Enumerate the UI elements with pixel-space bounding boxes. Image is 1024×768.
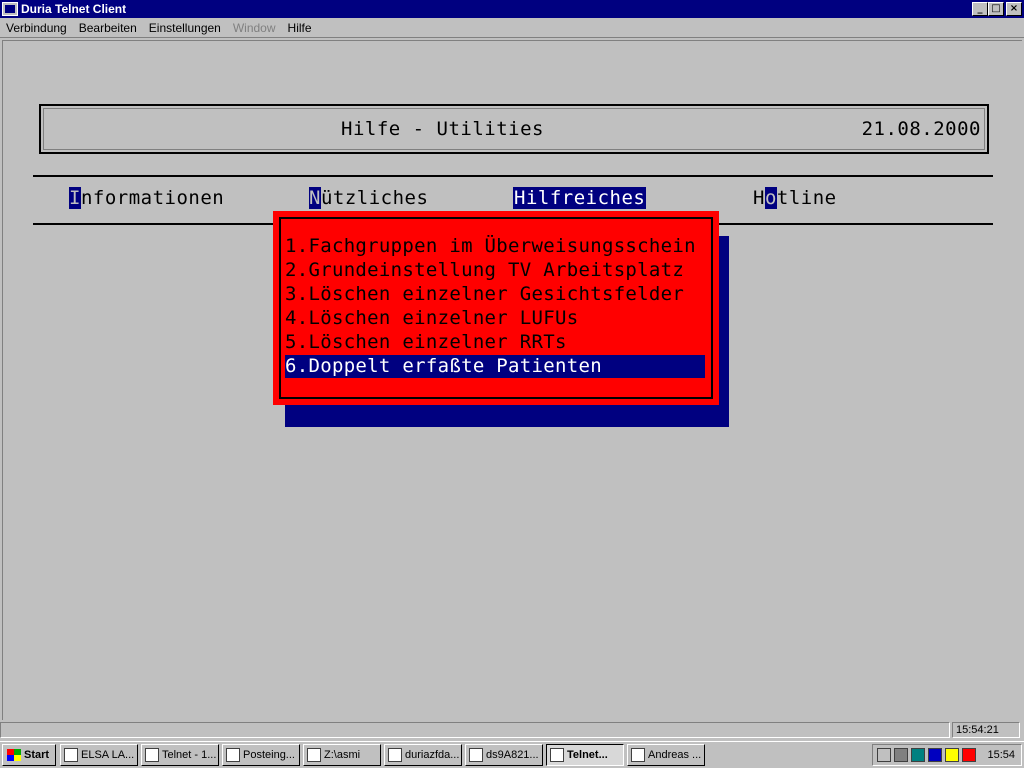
document-icon (388, 748, 402, 762)
task-label: Andreas ... (648, 749, 702, 761)
tab-hotkey: o (764, 187, 777, 209)
window-titlebar[interactable]: Duria Telnet Client _ □ × (0, 0, 1024, 18)
menu-entry-6[interactable]: 6.Doppelt erfaßte Patienten (285, 355, 705, 378)
folder-icon (307, 748, 321, 762)
dropdown-menu: 1.Fachgruppen im Überweisungsschein 2.Gr… (273, 211, 719, 405)
tab-label: nformationen (80, 187, 225, 209)
network-icon[interactable] (911, 748, 925, 762)
start-button[interactable]: Start (2, 744, 56, 766)
task-label: Posteing... (243, 749, 295, 761)
task-telnet-active[interactable]: Telnet... (546, 744, 624, 766)
elsa-icon (64, 748, 78, 762)
printer-icon[interactable] (945, 748, 959, 762)
task-posteingang[interactable]: Posteing... (222, 744, 300, 766)
divider-top (33, 175, 993, 177)
terminal-icon (145, 748, 159, 762)
menu-bearbeiten[interactable]: Bearbeiten (79, 21, 137, 35)
task-ds9a821[interactable]: ds9A821... (465, 744, 543, 766)
menu-window: Window (232, 20, 276, 35)
start-label: Start (24, 749, 50, 761)
menu-verbindung[interactable]: Verbindung (6, 21, 67, 35)
task-label: ds9A821... (486, 749, 539, 761)
system-tray: 15:54 (872, 744, 1022, 766)
menu-einstellungen[interactable]: Einstellungen (149, 21, 221, 35)
task-andreas[interactable]: Andreas ... (627, 744, 705, 766)
menu-entry-1[interactable]: 1.Fachgruppen im Überweisungsschein (285, 235, 705, 258)
task-label: Telnet - 1... (162, 749, 217, 761)
terminal-icon (550, 748, 564, 762)
telnet-app-icon[interactable] (2, 2, 18, 16)
menu-entry-3[interactable]: 3.Löschen einzelner Gesichtsfelder (285, 283, 705, 306)
browser-icon (631, 748, 645, 762)
task-label: Z:\asmi (324, 749, 361, 761)
capi-icon[interactable] (877, 748, 891, 762)
tab-nuetzliches[interactable]: Nützliches (309, 187, 428, 209)
task-telnet-1[interactable]: Telnet - 1... (141, 744, 219, 766)
tab-hotkey: I (69, 187, 81, 209)
windows-logo-icon (7, 749, 21, 761)
menubar: Verbindung Bearbeiten Einstellungen Wind… (0, 18, 1024, 38)
close-button[interactable]: × (1006, 2, 1022, 16)
task-label: Telnet... (567, 749, 608, 761)
task-duriazfda[interactable]: duriazfda... (384, 744, 462, 766)
task-elsa[interactable]: ELSA LA... (60, 744, 138, 766)
menu-hilfe[interactable]: Hilfe (288, 21, 312, 35)
window-controls: _ □ × (972, 2, 1022, 16)
header-date: 21.08.2000 (861, 118, 981, 140)
maximize-button[interactable]: □ (988, 2, 1004, 16)
taskbar-clock[interactable]: 15:54 (987, 749, 1015, 761)
tab-label-prefix: H (753, 187, 765, 209)
status-message (0, 722, 950, 738)
task-label: duriazfda... (405, 749, 460, 761)
tab-label: tline (776, 187, 837, 209)
antivirus-icon[interactable] (962, 748, 976, 762)
statusbar: 15:54:21 (0, 722, 1024, 740)
shield-icon[interactable] (928, 748, 942, 762)
minimize-button[interactable]: _ (972, 2, 988, 16)
status-time: 15:54:21 (952, 722, 1020, 738)
terminal-screen[interactable]: Hilfe - Utilities 21.08.2000 Information… (2, 40, 1022, 720)
header-box: Hilfe - Utilities 21.08.2000 (39, 104, 989, 154)
task-folder-asmi[interactable]: Z:\asmi (303, 744, 381, 766)
task-label: ELSA LA... (81, 749, 135, 761)
tab-hotkey: N (309, 187, 321, 209)
tab-informationen[interactable]: Informationen (69, 187, 224, 209)
page-title: Hilfe - Utilities (341, 118, 544, 140)
window-title: Duria Telnet Client (21, 2, 127, 16)
menu-entry-2[interactable]: 2.Grundeinstellung TV Arbeitsplatz (285, 259, 705, 282)
menu-entry-5[interactable]: 5.Löschen einzelner RRTs (285, 331, 705, 354)
tab-hotline[interactable]: Hotline (753, 187, 837, 209)
tab-label: ützliches (320, 187, 429, 209)
word-icon (469, 748, 483, 762)
mail-icon (226, 748, 240, 762)
volume-icon[interactable] (894, 748, 908, 762)
tab-hilfreiches[interactable]: Hilfreiches (513, 187, 647, 209)
menu-entry-4[interactable]: 4.Löschen einzelner LUFUs (285, 307, 705, 330)
taskbar: Start ELSA LA... Telnet - 1... Posteing.… (0, 741, 1024, 768)
